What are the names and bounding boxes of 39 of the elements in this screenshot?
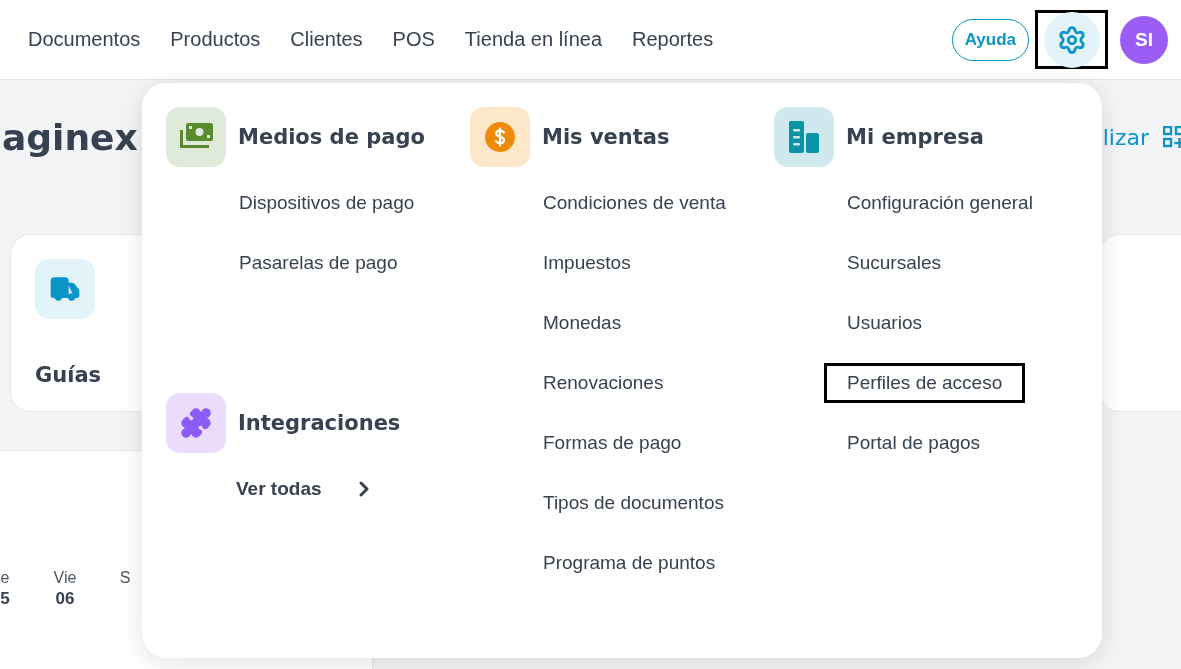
menu-item[interactable]: Dispositivos de pago: [216, 183, 438, 223]
grid-plus-icon[interactable]: [1163, 126, 1181, 148]
user-avatar[interactable]: SI: [1120, 15, 1168, 64]
menu-item[interactable]: Programa de puntos: [520, 543, 739, 583]
nav-link[interactable]: Productos: [170, 28, 261, 51]
menu-item[interactable]: Pasarelas de pago: [216, 243, 421, 283]
weekday-label: e: [0, 569, 10, 587]
see-all-link[interactable]: Ver todas: [236, 477, 470, 501]
settings-icon: [1056, 24, 1087, 55]
weekday-label: Vie: [53, 569, 77, 587]
menu-item[interactable]: Renovaciones: [520, 363, 687, 403]
weekday-label: S: [119, 569, 131, 587]
dollar-coin-icon: [484, 121, 516, 153]
menu-item[interactable]: Monedas: [520, 303, 645, 343]
nav-link[interactable]: Clientes: [290, 28, 363, 51]
page-title: aginex: [2, 116, 138, 158]
nav-link[interactable]: POS: [392, 28, 435, 51]
card-label: Guías: [35, 363, 103, 387]
menu-item[interactable]: Portal de pagos: [824, 423, 1004, 463]
menu-item[interactable]: Formas de pago: [520, 423, 705, 463]
day-number: 5: [0, 589, 10, 609]
category-title: Mi empresa: [846, 125, 984, 149]
puzzle-icon: [180, 407, 212, 439]
category-title: Integraciones: [238, 411, 401, 435]
menu-item[interactable]: Condiciones de venta: [520, 183, 749, 223]
menu-item[interactable]: Configuración general: [824, 183, 1056, 223]
building-icon: [789, 121, 819, 153]
menu-item[interactable]: Sucursales: [824, 243, 964, 283]
nav-link[interactable]: Documentos: [28, 28, 141, 51]
menu-item[interactable]: Usuarios: [824, 303, 945, 343]
category-title: Medios de pago: [238, 125, 425, 149]
nav-link[interactable]: Tienda en línea: [464, 28, 602, 51]
nav-link[interactable]: Reportes: [632, 28, 714, 51]
banknotes-icon: [179, 123, 213, 151]
day-number: 06: [55, 589, 75, 609]
menu-item[interactable]: Perfiles de acceso: [824, 363, 1026, 403]
menu-item[interactable]: Tipos de documentos: [520, 483, 747, 523]
menu-item[interactable]: Impuestos: [520, 243, 654, 283]
category-title: Mis ventas: [542, 125, 670, 149]
